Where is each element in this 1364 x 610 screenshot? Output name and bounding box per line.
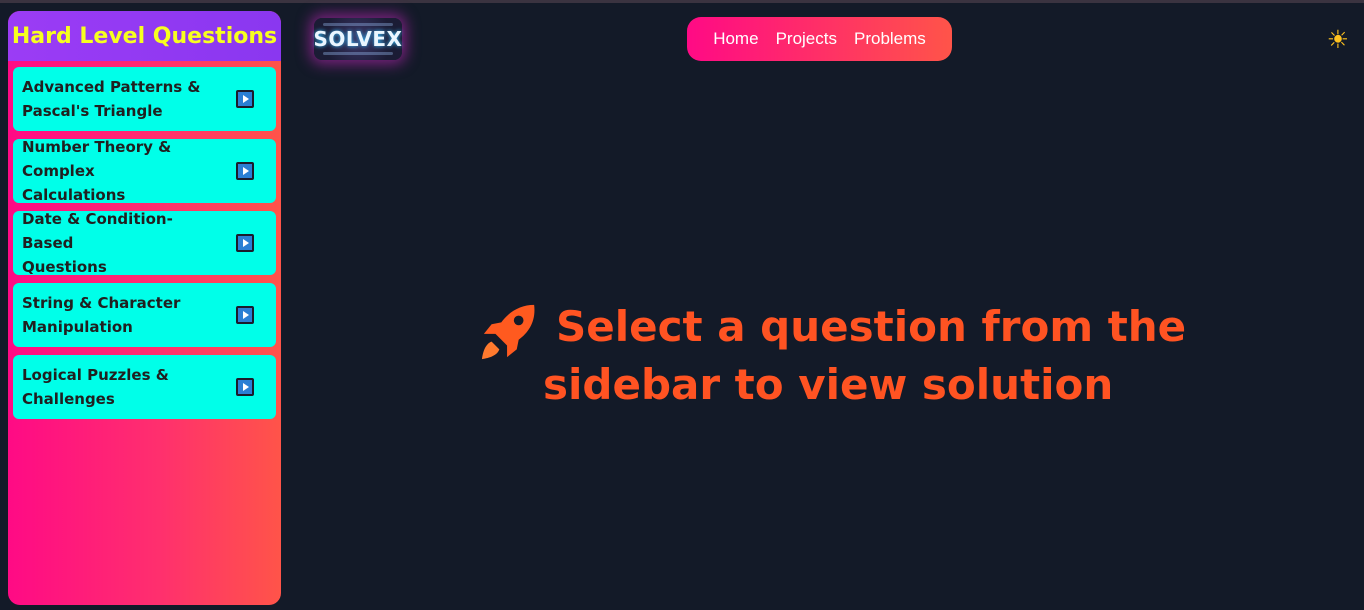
label-line: Questions <box>22 258 107 276</box>
nav-link-home[interactable]: Home <box>713 29 758 49</box>
label-line: Complex Calculations <box>22 162 126 204</box>
play-icon[interactable] <box>236 90 254 108</box>
message-line-1: Select a question from the <box>556 302 1187 351</box>
sidebar-item-number-theory[interactable]: Number Theory & Complex Calculations <box>13 138 276 204</box>
sidebar-item-string-manipulation[interactable]: String & Character Manipulation <box>13 283 276 347</box>
sidebar-title: Hard Level Questions <box>8 11 281 61</box>
label-line: Date & Condition-Based <box>22 210 173 252</box>
message-line-2: sidebar to view solution <box>543 360 1114 409</box>
nav-link-problems[interactable]: Problems <box>854 29 926 49</box>
sidebar-item-label: Number Theory & Complex Calculations <box>22 135 202 207</box>
play-icon[interactable] <box>236 162 254 180</box>
sidebar-item-label: Advanced Patterns & Pascal's Triangle <box>22 75 202 123</box>
top-nav: Home Projects Problems <box>687 17 952 61</box>
sidebar-item-logical-puzzles[interactable]: Logical Puzzles & Challenges <box>13 355 276 419</box>
sidebar-question-list: Advanced Patterns & Pascal's Triangle Nu… <box>8 61 281 419</box>
logo-text: SOLVEX <box>313 27 403 51</box>
label-line: Number Theory & <box>22 138 172 156</box>
sidebar-item-label: Date & Condition-Based Questions <box>22 207 202 279</box>
logo-tagline-bar <box>323 23 393 26</box>
solvex-logo[interactable]: SOLVEX <box>314 18 402 60</box>
nav-link-projects[interactable]: Projects <box>776 29 837 49</box>
play-icon[interactable] <box>236 234 254 252</box>
sidebar-item-advanced-patterns[interactable]: Advanced Patterns & Pascal's Triangle <box>13 67 276 131</box>
label-line: Manipulation <box>22 318 133 336</box>
sun-icon[interactable]: ☀ <box>1325 25 1351 54</box>
logo-tagline-bar <box>323 52 393 55</box>
window-top-border <box>0 0 1364 3</box>
sidebar: Hard Level Questions Advanced Patterns &… <box>8 11 281 605</box>
label-line: Logical Puzzles & <box>22 366 169 384</box>
play-icon[interactable] <box>236 306 254 324</box>
empty-state-message: Select a question from the sidebar to vi… <box>478 303 1238 409</box>
rocket-icon <box>481 304 535 360</box>
play-icon[interactable] <box>236 378 254 396</box>
label-line: String & Character <box>22 294 181 312</box>
sidebar-item-label: String & Character Manipulation <box>22 291 202 339</box>
label-line: Challenges <box>22 390 115 408</box>
sidebar-item-date-condition[interactable]: Date & Condition-Based Questions <box>13 210 276 276</box>
sidebar-item-label: Logical Puzzles & Challenges <box>22 363 202 411</box>
label-line: Pascal's Triangle <box>22 102 163 120</box>
label-line: Advanced Patterns & <box>22 78 201 96</box>
